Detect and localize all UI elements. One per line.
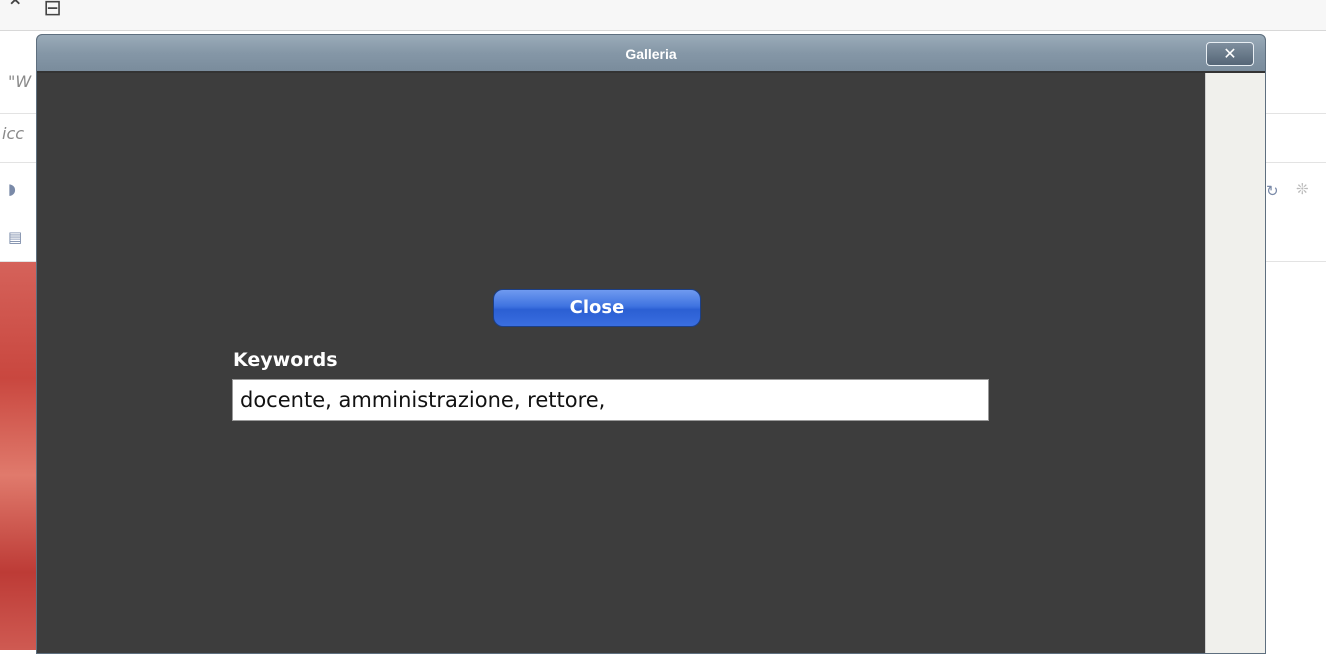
- gallery-dialog: Galleria ✕ Close Keywords: [36, 34, 1266, 654]
- background-toolbar: ⌃ ⊟: [0, 0, 1326, 31]
- editor-icon: ◗: [8, 180, 16, 198]
- close-icon[interactable]: ✕: [1206, 42, 1254, 66]
- dialog-title: Galleria: [625, 46, 677, 62]
- toolbar-icons: ⌃ ⊟: [6, 0, 68, 21]
- background-text-fragment: icc: [2, 124, 25, 143]
- background-text-fragment: "W: [8, 72, 32, 91]
- dialog-content: Close Keywords: [47, 73, 1205, 653]
- background-image: [0, 262, 37, 650]
- dialog-scrollbar[interactable]: [1205, 73, 1265, 653]
- dialog-titlebar[interactable]: Galleria ✕: [37, 35, 1265, 73]
- editor-icon: ▤: [8, 228, 23, 246]
- unlink-icon: ❊: [1296, 180, 1309, 198]
- keywords-label: Keywords: [233, 349, 338, 371]
- close-button[interactable]: Close: [493, 289, 701, 327]
- editor-icon: ↻: [1266, 182, 1279, 200]
- keywords-input[interactable]: [232, 379, 989, 421]
